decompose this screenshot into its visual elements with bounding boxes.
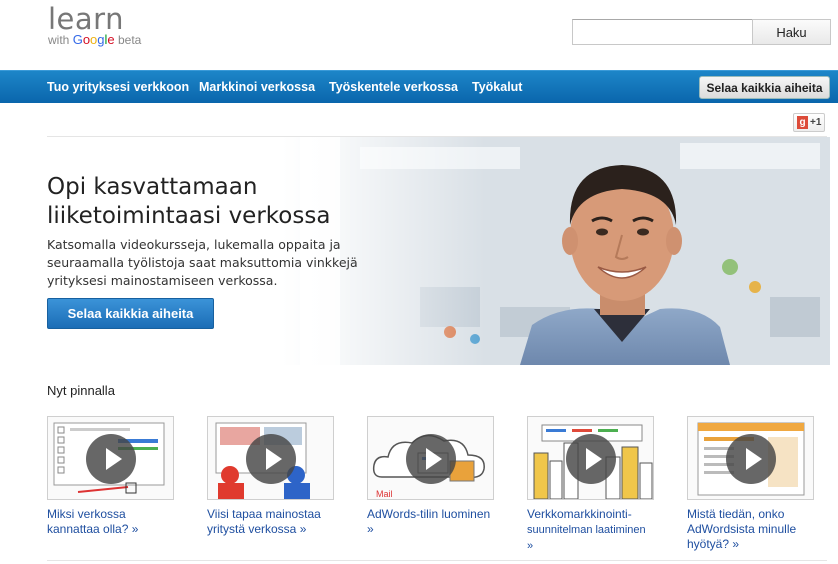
video-card: Mail AdWords-tilin luominen »	[367, 416, 494, 537]
search-input[interactable]	[572, 19, 753, 45]
plus-one-label: +1	[810, 117, 822, 128]
video-link-line1: Verkkomarkkinointi-	[527, 507, 632, 521]
logo-subtitle: with Google beta	[48, 32, 141, 47]
video-link[interactable]: Mistä tiedän, onko AdWordsista minulle h…	[687, 507, 814, 552]
video-card: Verkkomarkkinointi-suunnitelman laatimin…	[527, 416, 654, 554]
learn-with-google-logo[interactable]: learn with Google beta	[48, 4, 141, 47]
play-icon[interactable]	[566, 434, 616, 484]
video-thumbnail[interactable]: Mail	[367, 416, 494, 500]
google-plus-icon: g	[797, 116, 808, 129]
play-icon[interactable]	[246, 434, 296, 484]
hero-description: Katsomalla videokursseja, lukemalla oppa…	[47, 237, 358, 288]
video-card: Miksi verkossa kannattaa olla? »	[47, 416, 174, 537]
video-thumbnail[interactable]	[527, 416, 654, 500]
logo-beta-text: beta	[117, 33, 142, 47]
nav-item-work-online[interactable]: Työskentele verkossa	[329, 71, 458, 104]
page: learn with Google beta Haku Tuo yritykse…	[0, 0, 838, 564]
footer-divider	[47, 560, 827, 561]
video-card: Viisi tapaa mainostaa yritystä verkossa …	[207, 416, 334, 537]
logo-with-text: with	[48, 33, 70, 47]
video-card: Mistä tiedän, onko AdWordsista minulle h…	[687, 416, 814, 552]
video-thumbnail[interactable]	[47, 416, 174, 500]
video-thumbnail[interactable]	[687, 416, 814, 500]
video-link[interactable]: Verkkomarkkinointi-suunnitelman laatimin…	[527, 507, 654, 554]
logo-learn-text: learn	[48, 2, 124, 36]
nav-item-market-online[interactable]: Markkinoi verkossa	[199, 71, 315, 104]
play-icon[interactable]	[86, 434, 136, 484]
video-link[interactable]: Miksi verkossa kannattaa olla? »	[47, 507, 174, 537]
video-link-line2: suunnitelman laatiminen »	[527, 524, 646, 552]
hero-title: Opi kasvattamaan liiketoimintaasi verkos…	[47, 174, 331, 229]
hero-photo-person-icon	[300, 137, 830, 365]
browse-all-topics-button[interactable]: Selaa kaikkia aiheita	[47, 298, 214, 329]
main-nav: Tuo yrityksesi verkkoon Markkinoi verkos…	[0, 70, 838, 103]
video-thumbnail[interactable]	[207, 416, 334, 500]
video-link[interactable]: AdWords-tilin luominen »	[367, 507, 494, 537]
nav-item-get-online[interactable]: Tuo yrityksesi verkkoon	[47, 71, 189, 104]
play-icon[interactable]	[726, 434, 776, 484]
logo-google-text: Google	[72, 32, 115, 47]
svg-text:Mail: Mail	[376, 489, 393, 499]
google-plus-one-button[interactable]: g +1	[793, 113, 825, 132]
nav-item-tools[interactable]: Työkalut	[472, 71, 522, 104]
play-icon[interactable]	[406, 434, 456, 484]
trending-section-title: Nyt pinnalla	[47, 383, 115, 398]
search-button[interactable]: Haku	[752, 19, 831, 45]
hero-banner: Opi kasvattamaan liiketoimintaasi verkos…	[0, 137, 830, 365]
browse-all-topics-nav-button[interactable]: Selaa kaikkia aiheita	[699, 76, 830, 99]
video-link[interactable]: Viisi tapaa mainostaa yritystä verkossa …	[207, 507, 334, 537]
